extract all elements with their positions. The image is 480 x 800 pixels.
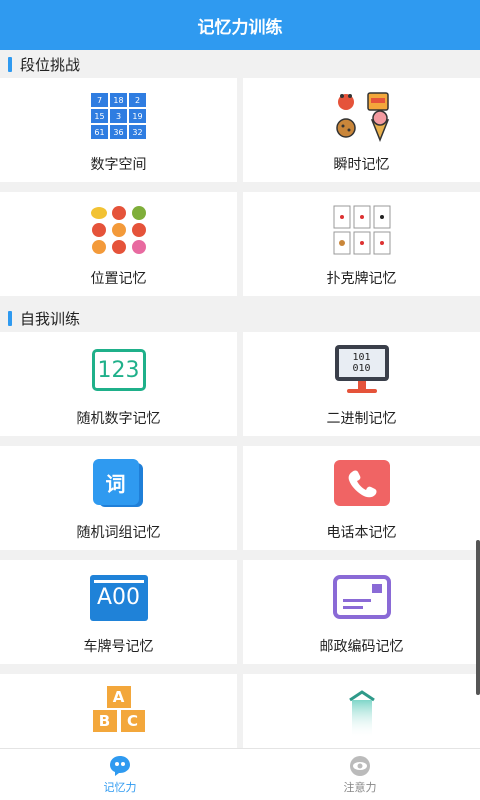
- nav-label: 注意力: [343, 780, 377, 794]
- card-postal-memory[interactable]: 邮政编码记忆: [243, 560, 480, 664]
- grid-cell: 2: [129, 93, 146, 107]
- scroll-edge-handle[interactable]: [476, 540, 480, 695]
- icon-text: 101: [352, 352, 371, 363]
- card-random-number[interactable]: 123 随机数字记忆: [0, 332, 237, 436]
- card-label: 车牌号记忆: [83, 639, 154, 655]
- section-rank-challenge: 段位挑战: [0, 50, 480, 78]
- section-self-training: 自我训练: [0, 304, 480, 332]
- card-plate-memory[interactable]: A00 车牌号记忆: [0, 560, 237, 664]
- nav-label: 记忆力: [103, 780, 137, 794]
- card-label: 电话本记忆: [326, 525, 397, 541]
- grid-cell: 7: [91, 93, 108, 107]
- card-random-words[interactable]: 词 随机词组记忆: [0, 446, 237, 550]
- word-book-icon: 词: [89, 458, 149, 510]
- card-binary-memory[interactable]: 101 010 二进制记忆: [243, 332, 480, 436]
- nav-memory[interactable]: 记忆力: [0, 749, 240, 800]
- loading-glow-icon: [332, 686, 392, 738]
- card-phone-memory[interactable]: 电话本记忆: [243, 446, 480, 550]
- page-title: 记忆力训练: [197, 17, 283, 38]
- grid-cell: 19: [129, 109, 146, 123]
- nav-attention[interactable]: 注意力: [240, 749, 480, 800]
- icon-text: C: [120, 710, 145, 732]
- icon-text: 123: [91, 349, 146, 391]
- playing-cards-icon: [332, 204, 392, 256]
- card-label: 扑克牌记忆: [326, 271, 397, 287]
- food-items-icon: [332, 90, 392, 142]
- card-poker-memory[interactable]: 扑克牌记忆: [243, 192, 480, 296]
- section-title: 段位挑战: [20, 55, 81, 74]
- icon-text: B: [92, 710, 117, 732]
- grid-cell: 61: [91, 125, 108, 139]
- card-label: 数字空间: [90, 157, 147, 173]
- card-label: 位置记忆: [90, 271, 147, 287]
- grid-cell: 3: [110, 109, 127, 123]
- card-position-memory[interactable]: 位置记忆: [0, 192, 237, 296]
- abc-blocks-icon: A B C: [89, 686, 149, 738]
- card-label: 二进制记忆: [326, 411, 397, 427]
- bottom-nav: 记忆力 注意力: [0, 748, 480, 800]
- grid-cell: 36: [110, 125, 127, 139]
- section-marker: [8, 56, 12, 72]
- phone-icon: [332, 458, 392, 510]
- section-title: 自我训练: [20, 309, 81, 328]
- card-label: 邮政编码记忆: [319, 639, 404, 655]
- app-header: 记忆力训练: [0, 0, 480, 50]
- grid-cell: 18: [110, 93, 127, 107]
- license-plate-icon: A00: [89, 572, 149, 624]
- binary-monitor-icon: 101 010: [332, 344, 392, 396]
- card-instant-memory[interactable]: 瞬时记忆: [243, 78, 480, 182]
- icon-text: 词: [92, 459, 139, 505]
- postal-card-icon: [332, 572, 392, 624]
- icon-text: 010: [352, 363, 371, 374]
- grid-cell: 15: [91, 109, 108, 123]
- card-label: 随机词组记忆: [76, 525, 161, 541]
- number-grid-icon: 7 18 2 15 3 19 61 36 32: [89, 90, 149, 142]
- card-label: 瞬时记忆: [333, 157, 390, 173]
- brain-icon: [110, 755, 130, 776]
- icon-text: A: [106, 686, 131, 708]
- card-digit-space[interactable]: 7 18 2 15 3 19 61 36 32 数字空间: [0, 78, 237, 182]
- section-marker: [8, 310, 12, 326]
- grid-cell: 32: [129, 125, 146, 139]
- fruits-icon: [89, 204, 149, 256]
- eye-icon: [350, 755, 370, 776]
- icon-text: A00: [96, 585, 141, 610]
- card-label: 随机数字记忆: [76, 411, 161, 427]
- number-123-icon: 123: [89, 344, 149, 396]
